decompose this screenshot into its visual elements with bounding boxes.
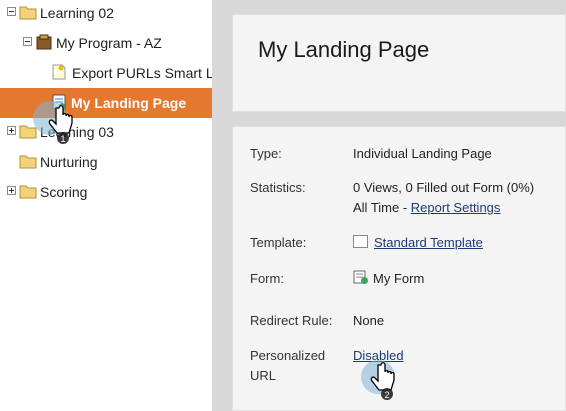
expand-toggle-icon[interactable] [7, 186, 16, 195]
tree-item-label: Export PURLs Smart List [72, 65, 212, 81]
statistics-value: 0 Views, 0 Filled out Form (0%) [353, 180, 535, 195]
template-label: Template: [250, 235, 307, 250]
personalized-url-label: Personalized URL [250, 346, 325, 386]
program-tree: Learning 02 My Program - AZ Export PURLs… [0, 0, 212, 411]
statistics-range-text: All Time - [353, 200, 408, 215]
title-card: My Landing Page [232, 14, 566, 112]
tree-item-label: My Program - AZ [56, 35, 162, 51]
form-name: My Form [373, 271, 425, 286]
tree-item-learning-03[interactable]: Learning 03 [0, 117, 212, 147]
folder-icon [19, 125, 37, 139]
tree-item-scoring[interactable]: Scoring [0, 177, 212, 207]
tree-item-label: Nurturing [40, 154, 98, 170]
landing-page-icon [52, 94, 66, 110]
tree-item-label: My Landing Page [71, 95, 187, 111]
program-icon [36, 34, 52, 50]
tree-item-export-purls[interactable]: Export PURLs Smart List [0, 58, 212, 88]
tree-item-my-program[interactable]: My Program - AZ [0, 28, 212, 58]
template-value: Standard Template [353, 233, 483, 253]
report-settings-link[interactable]: Report Settings [411, 200, 501, 215]
template-icon [353, 235, 368, 248]
personalized-url-label-line2: URL [250, 368, 277, 383]
personalized-url-disabled-link[interactable]: Disabled [353, 348, 404, 363]
tree-item-label: Learning 03 [40, 124, 114, 140]
folder-icon [19, 155, 37, 169]
statistics-range: All Time - Report Settings [353, 198, 500, 218]
expand-toggle-icon[interactable] [7, 126, 16, 135]
details-card: Type: Individual Landing Page Statistics… [232, 126, 566, 411]
tree-item-my-landing-page[interactable]: My Landing Page [0, 88, 212, 118]
form-icon [353, 270, 368, 284]
collapse-toggle-icon[interactable] [7, 7, 16, 16]
smart-list-icon [52, 64, 66, 80]
tree-item-label: Learning 02 [40, 5, 114, 21]
tree-item-nurturing[interactable]: Nurturing [0, 147, 212, 177]
form-value: My Form [353, 269, 424, 289]
redirect-rule-value: None [353, 313, 385, 328]
landing-page-details-panel: My Landing Page Type: Individual Landing… [212, 0, 566, 411]
page-title: My Landing Page [258, 37, 430, 62]
redirect-rule-label: Redirect Rule: [250, 313, 333, 328]
standard-template-link[interactable]: Standard Template [374, 235, 483, 250]
type-value: Individual Landing Page [353, 146, 492, 161]
form-label: Form: [250, 271, 284, 286]
type-label: Type: [250, 146, 282, 161]
folder-icon [19, 6, 37, 20]
collapse-toggle-icon[interactable] [23, 37, 32, 46]
folder-icon [19, 185, 37, 199]
statistics-label: Statistics: [250, 180, 306, 195]
personalized-url-value: Disabled [353, 346, 404, 366]
personalized-url-label-line1: Personalized [250, 348, 326, 363]
tree-item-learning-02[interactable]: Learning 02 [0, 0, 212, 28]
tree-item-label: Scoring [40, 184, 88, 200]
